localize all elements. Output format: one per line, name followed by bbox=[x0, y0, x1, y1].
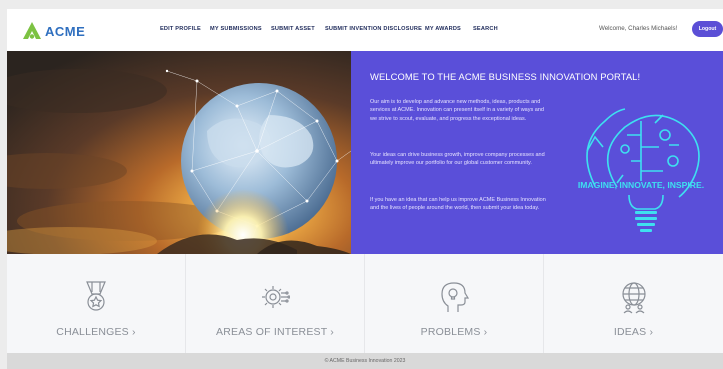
tile-areas-of-interest-label: AREAS OF INTEREST › bbox=[216, 326, 334, 338]
tile-problems-label: PROBLEMS › bbox=[420, 326, 488, 338]
gear-circuit-icon bbox=[262, 286, 290, 308]
hero-image bbox=[7, 51, 351, 254]
category-tiles: CHALLENGES › AREAS OF INTEREST › PROBLEM… bbox=[7, 254, 723, 353]
hero-paragraph-1: Our aim is to develop and advance new me… bbox=[370, 99, 544, 122]
tile-challenges[interactable]: CHALLENGES › bbox=[7, 254, 186, 353]
globe-sunset-image bbox=[7, 51, 351, 254]
medal-icon bbox=[86, 281, 106, 311]
logout-button[interactable]: Logout bbox=[692, 21, 723, 37]
hero-paragraph-3: If you have an idea that can help us imp… bbox=[370, 197, 546, 212]
nav-edit-profile[interactable]: EDIT PROFILE bbox=[160, 26, 201, 32]
globe-people-icon bbox=[621, 282, 646, 314]
tile-problems[interactable]: PROBLEMS › bbox=[365, 254, 544, 353]
hero-title: WELCOME TO THE ACME BUSINESS INNOVATION … bbox=[370, 71, 641, 82]
welcome-message: Welcome, Charles Michaels! bbox=[599, 25, 678, 32]
nav-search[interactable]: SEARCH bbox=[473, 26, 498, 32]
footer-copyright: © ACME Business Innovation 2023 bbox=[324, 358, 406, 364]
hero-panel: WELCOME TO THE ACME BUSINESS INNOVATION … bbox=[351, 51, 723, 254]
hero-art-caption: IMAGINE, INNOVATE, INSPIRE. bbox=[578, 180, 704, 190]
footer: © ACME Business Innovation 2023 bbox=[7, 353, 723, 369]
tile-challenges-label: CHALLENGES › bbox=[56, 326, 136, 338]
tile-areas-of-interest[interactable]: AREAS OF INTEREST › bbox=[186, 254, 365, 353]
nav-submit-asset[interactable]: SUBMIT ASSET bbox=[271, 26, 315, 32]
nav-submit-invention-disclosure[interactable]: SUBMIT INVENTION DISCLOSURE bbox=[325, 26, 422, 32]
page-frame: ACME EDIT PROFILE MY SUBMISSIONS SUBMIT … bbox=[7, 9, 723, 369]
nav-my-submissions[interactable]: MY SUBMISSIONS bbox=[210, 26, 262, 32]
lightbulb-brain-art: IMAGINE, INNOVATE, INSPIRE. bbox=[578, 108, 704, 232]
header: ACME EDIT PROFILE MY SUBMISSIONS SUBMIT … bbox=[7, 9, 723, 51]
head-lightbulb-icon bbox=[441, 282, 469, 312]
nav-my-awards[interactable]: MY AWARDS bbox=[425, 26, 461, 32]
hero-paragraph-2: Your ideas can drive business growth, im… bbox=[370, 152, 545, 167]
tile-ideas[interactable]: IDEAS › bbox=[544, 254, 723, 353]
tile-ideas-label: IDEAS › bbox=[613, 326, 654, 338]
